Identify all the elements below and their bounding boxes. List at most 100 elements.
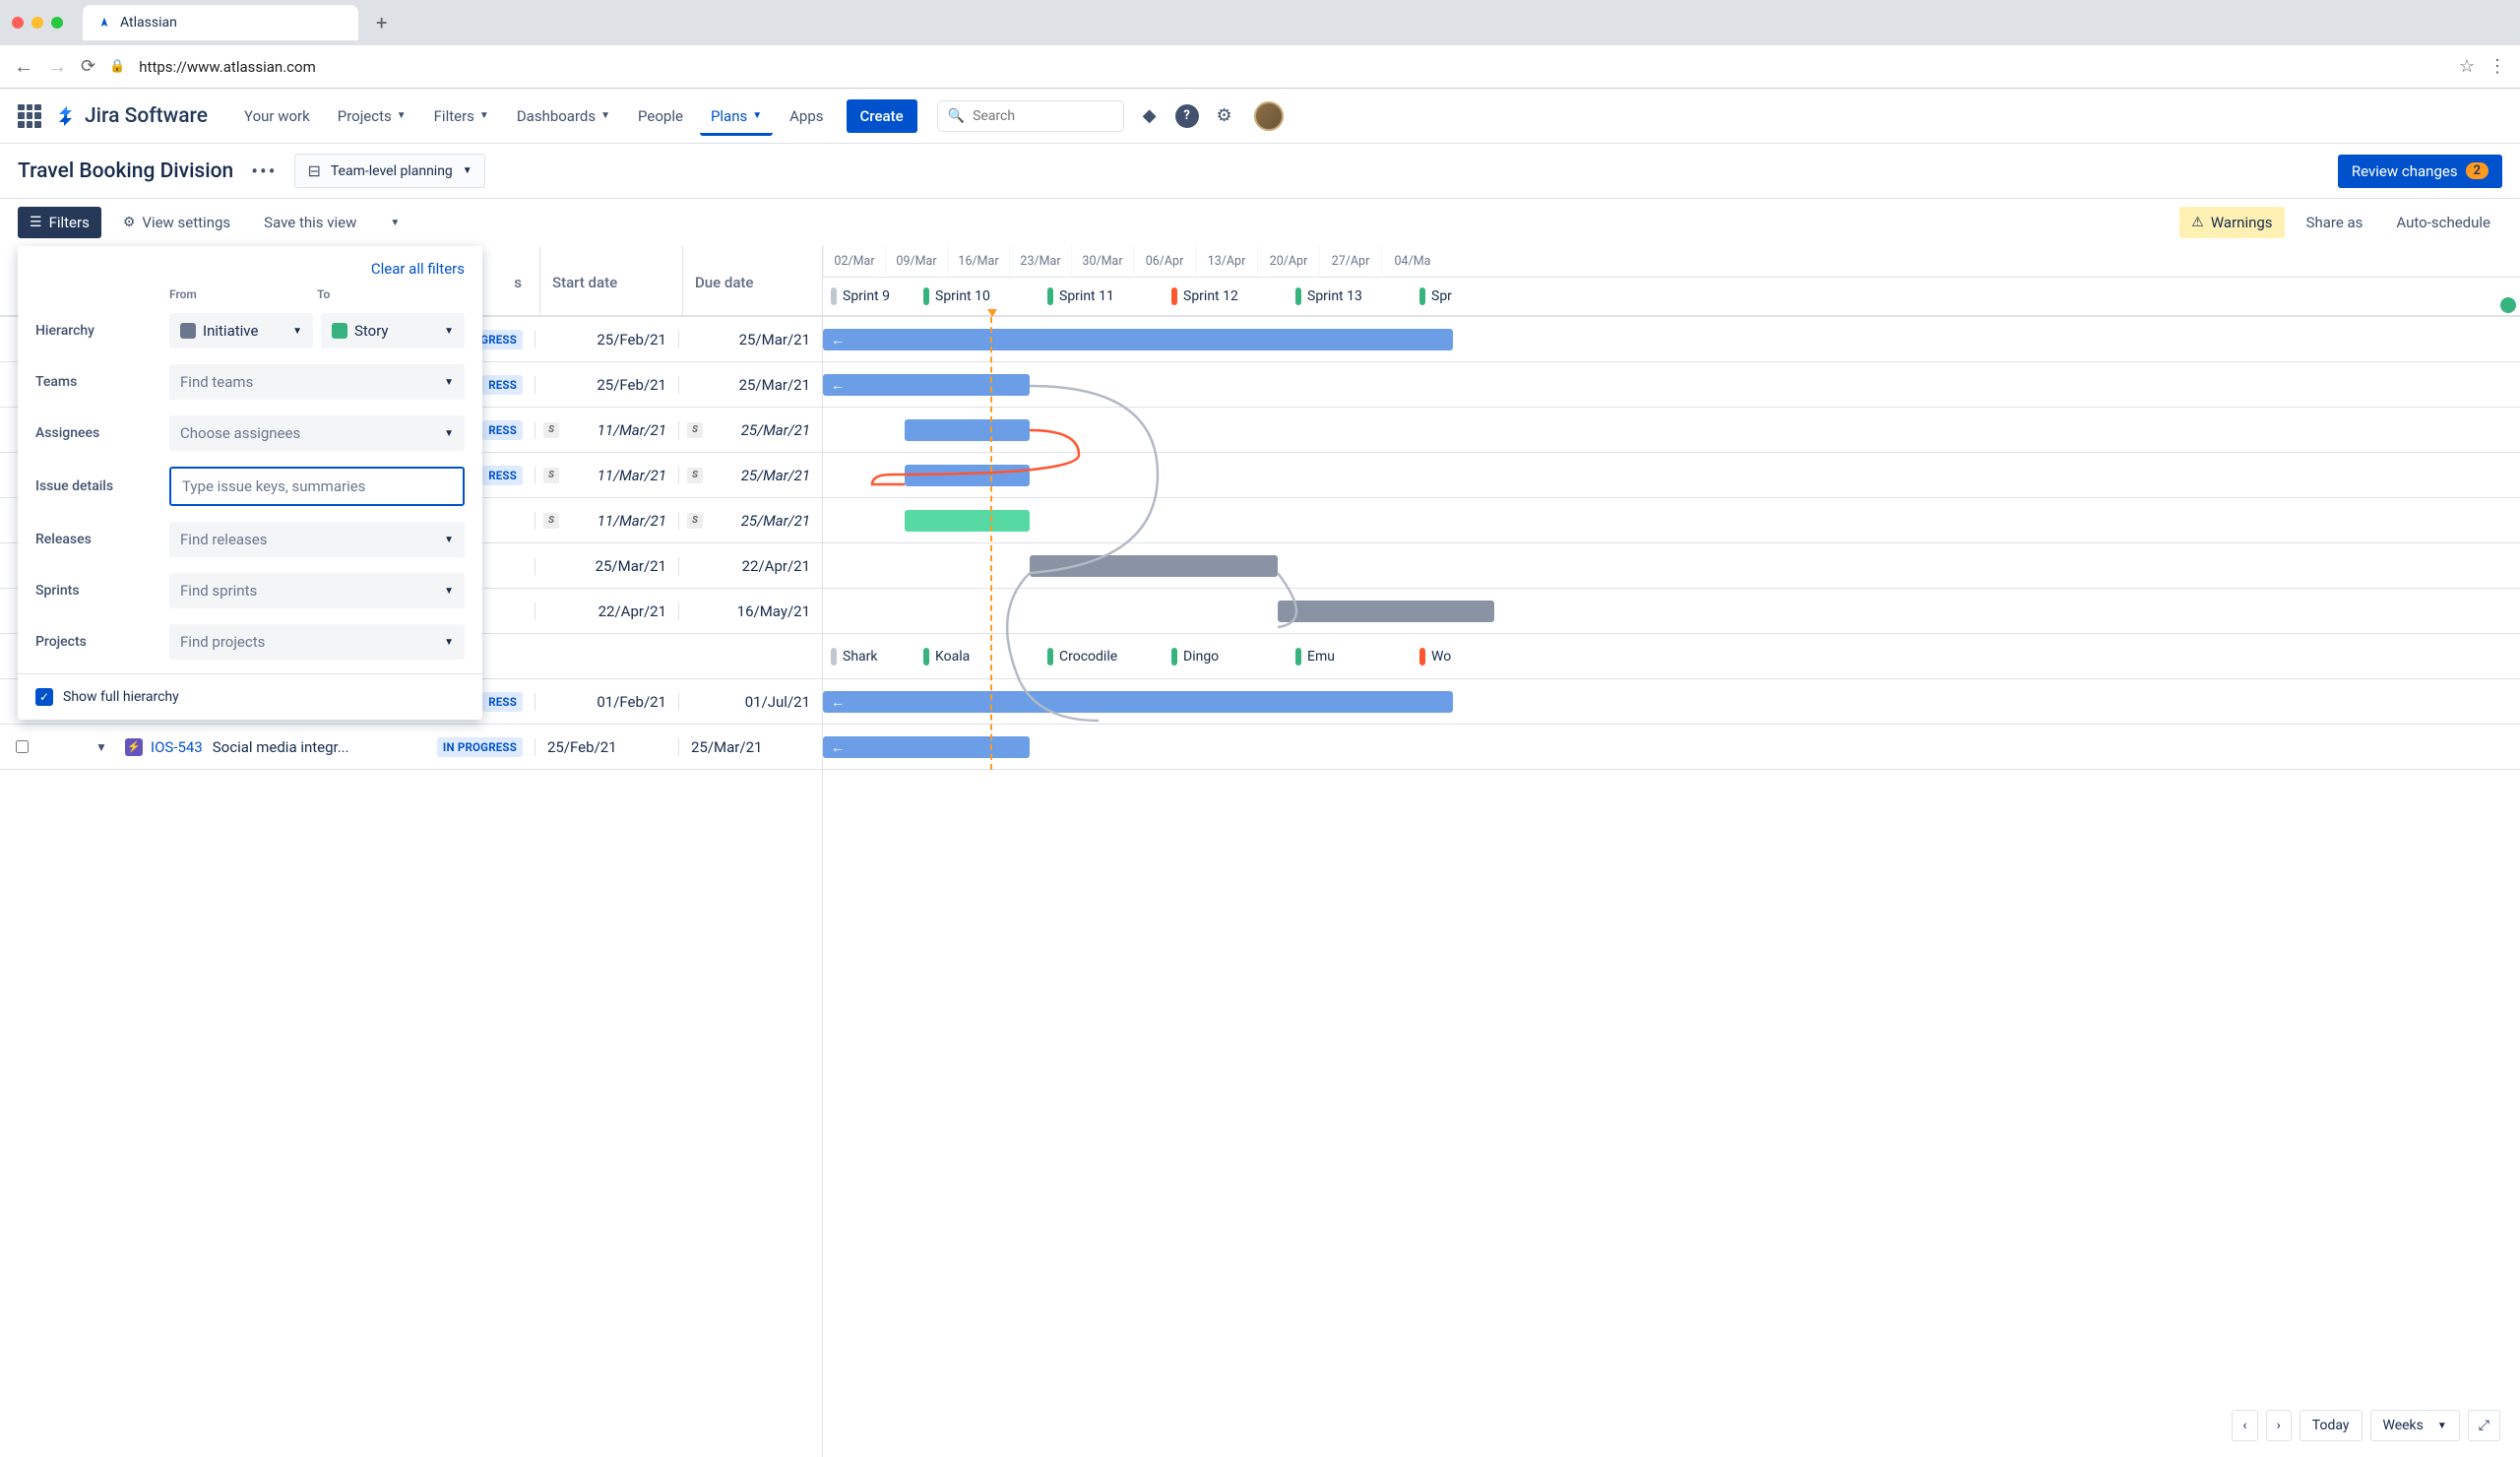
maximize-window-button[interactable] bbox=[51, 17, 63, 29]
start-date[interactable]: 25/Feb/21 bbox=[535, 738, 678, 756]
due-date[interactable]: 25/Mar/21 bbox=[678, 331, 822, 348]
review-changes-button[interactable]: Review changes 2 bbox=[2338, 155, 2502, 188]
bookmark-button[interactable]: ☆ bbox=[2459, 56, 2475, 77]
row-checkbox[interactable] bbox=[16, 740, 29, 753]
today-button[interactable]: Today bbox=[2300, 1410, 2362, 1441]
hierarchy-from-select[interactable]: Initiative ▼ bbox=[169, 313, 313, 348]
gantt-bar[interactable]: ← bbox=[823, 736, 1030, 758]
new-tab-button[interactable]: + bbox=[366, 11, 397, 34]
sprint-chip[interactable]: Emu bbox=[1288, 648, 1412, 665]
sprints-select[interactable]: Find sprints▼ bbox=[169, 573, 465, 608]
nav-people[interactable]: People bbox=[627, 99, 694, 133]
nav-filters[interactable]: Filters▼ bbox=[423, 99, 500, 133]
filters-button[interactable]: ☰ Filters bbox=[18, 207, 101, 238]
releases-select[interactable]: Find releases▼ bbox=[169, 522, 465, 557]
start-date[interactable]: S11/Mar/21 bbox=[535, 421, 678, 439]
gantt-bar[interactable] bbox=[905, 419, 1030, 441]
browser-tab[interactable]: Atlassian bbox=[83, 5, 358, 40]
gantt-bar[interactable]: ← bbox=[823, 374, 1030, 396]
fullscreen-button[interactable]: ⤢ bbox=[2468, 1410, 2500, 1441]
timeline-prev-button[interactable]: ‹ bbox=[2232, 1410, 2257, 1441]
projects-select[interactable]: Find projects▼ bbox=[169, 624, 465, 660]
nav-projects[interactable]: Projects▼ bbox=[327, 99, 417, 133]
due-date[interactable]: S25/Mar/21 bbox=[678, 421, 822, 439]
teams-select[interactable]: Find teams▼ bbox=[169, 364, 465, 400]
status-badge[interactable]: RESS bbox=[482, 466, 523, 485]
gantt-bar[interactable]: ← bbox=[823, 691, 1453, 713]
project-more-button[interactable]: ••• bbox=[251, 159, 277, 183]
help-icon[interactable]: ? bbox=[1175, 104, 1199, 128]
sprint-chip[interactable]: Sprint 11 bbox=[1040, 287, 1164, 305]
start-date[interactable]: 25/Feb/21 bbox=[535, 331, 678, 348]
sprint-chip[interactable]: Sprint 13 bbox=[1288, 287, 1412, 305]
gantt-bar[interactable] bbox=[905, 465, 1030, 486]
start-date[interactable]: 25/Feb/21 bbox=[535, 376, 678, 394]
plan-level-select[interactable]: ⊟ Team-level planning ▼ bbox=[294, 154, 484, 188]
sprint-chip[interactable]: Wo bbox=[1412, 648, 1536, 665]
nav-dashboards[interactable]: Dashboards▼ bbox=[506, 99, 621, 133]
sprint-chip[interactable]: Sprint 10 bbox=[915, 287, 1040, 305]
sprint-chip[interactable]: Koala bbox=[915, 648, 1040, 665]
nav-plans[interactable]: Plans▼ bbox=[700, 99, 773, 136]
warnings-button[interactable]: ⚠ Warnings bbox=[2179, 207, 2284, 238]
gantt-bar[interactable]: ← bbox=[823, 329, 1453, 350]
due-date[interactable]: S25/Mar/21 bbox=[678, 467, 822, 484]
app-switcher-icon[interactable] bbox=[18, 104, 41, 128]
status-badge[interactable]: RESS bbox=[482, 375, 523, 395]
hierarchy-to-select[interactable]: Story ▼ bbox=[321, 313, 465, 348]
search-box[interactable]: 🔍 bbox=[937, 100, 1124, 132]
sprint-chip[interactable]: Shark bbox=[823, 648, 915, 665]
due-date[interactable]: 16/May/21 bbox=[678, 602, 822, 620]
save-view-button[interactable]: Save this view bbox=[252, 207, 368, 238]
due-date[interactable]: S25/Mar/21 bbox=[678, 512, 822, 530]
gantt-bar[interactable] bbox=[1278, 601, 1494, 622]
reload-button[interactable]: ⟳ bbox=[81, 56, 95, 77]
status-badge[interactable]: RESS bbox=[482, 420, 523, 440]
sprint-chip[interactable]: Sprint 9 bbox=[823, 287, 915, 305]
settings-icon[interactable]: ⚙ bbox=[1209, 100, 1240, 132]
notifications-icon[interactable]: ◆ bbox=[1134, 100, 1166, 132]
gantt-bar[interactable] bbox=[1030, 555, 1278, 577]
save-view-dropdown[interactable]: ▼ bbox=[378, 211, 411, 235]
start-date[interactable]: S11/Mar/21 bbox=[535, 467, 678, 484]
start-date[interactable]: 22/Apr/21 bbox=[535, 602, 678, 620]
sprint-chip[interactable]: Spr bbox=[1412, 287, 1536, 305]
search-input[interactable] bbox=[973, 108, 1113, 124]
sprint-chip[interactable]: Sprint 12 bbox=[1164, 287, 1288, 305]
timeline-next-button[interactable]: › bbox=[2266, 1410, 2292, 1441]
start-date[interactable]: 01/Feb/21 bbox=[535, 693, 678, 711]
clear-all-filters-link[interactable]: Clear all filters bbox=[371, 260, 465, 278]
show-full-hierarchy-checkbox[interactable]: ✓ bbox=[35, 688, 53, 706]
issue-details-input[interactable] bbox=[169, 467, 465, 506]
create-button[interactable]: Create bbox=[847, 99, 917, 133]
start-date[interactable]: 25/Mar/21 bbox=[535, 557, 678, 575]
zoom-select[interactable]: Weeks▼ bbox=[2370, 1410, 2460, 1441]
expand-icon[interactable]: ▼ bbox=[95, 740, 125, 754]
issue-key[interactable]: IOS-543 bbox=[151, 738, 203, 756]
due-date[interactable]: 25/Mar/21 bbox=[678, 738, 822, 756]
nav-apps[interactable]: Apps bbox=[779, 99, 834, 133]
back-button[interactable]: ← bbox=[14, 54, 33, 79]
due-date[interactable]: 01/Jul/21 bbox=[678, 693, 822, 711]
status-badge[interactable]: IN PROGRESS bbox=[437, 737, 523, 757]
nav-your-work[interactable]: Your work bbox=[233, 99, 321, 133]
user-avatar[interactable] bbox=[1254, 101, 1284, 131]
share-as-button[interactable]: Share as bbox=[2295, 207, 2375, 238]
forward-button[interactable]: → bbox=[47, 54, 67, 79]
view-settings-button[interactable]: ⚙ View settings bbox=[111, 207, 242, 238]
due-date[interactable]: 25/Mar/21 bbox=[678, 376, 822, 394]
jira-logo[interactable]: Jira Software bbox=[55, 104, 208, 128]
issue-row[interactable]: ▼ ⚡ IOS-543 Social media integr... IN PR… bbox=[0, 725, 822, 770]
sprint-chip[interactable]: Crocodile bbox=[1040, 648, 1164, 665]
gantt-bar[interactable] bbox=[905, 510, 1030, 532]
minimize-window-button[interactable] bbox=[32, 17, 43, 29]
sprint-chip[interactable]: Dingo bbox=[1164, 648, 1288, 665]
status-badge[interactable]: RESS bbox=[482, 692, 523, 712]
close-window-button[interactable] bbox=[12, 17, 24, 29]
due-date[interactable]: 22/Apr/21 bbox=[678, 557, 822, 575]
release-marker[interactable] bbox=[2500, 297, 2516, 313]
url-field[interactable]: https://www.atlassian.com bbox=[139, 58, 2445, 76]
browser-menu-button[interactable]: ⋮ bbox=[2488, 56, 2506, 77]
assignees-select[interactable]: Choose assignees▼ bbox=[169, 415, 465, 451]
auto-schedule-button[interactable]: Auto-schedule bbox=[2384, 207, 2502, 238]
